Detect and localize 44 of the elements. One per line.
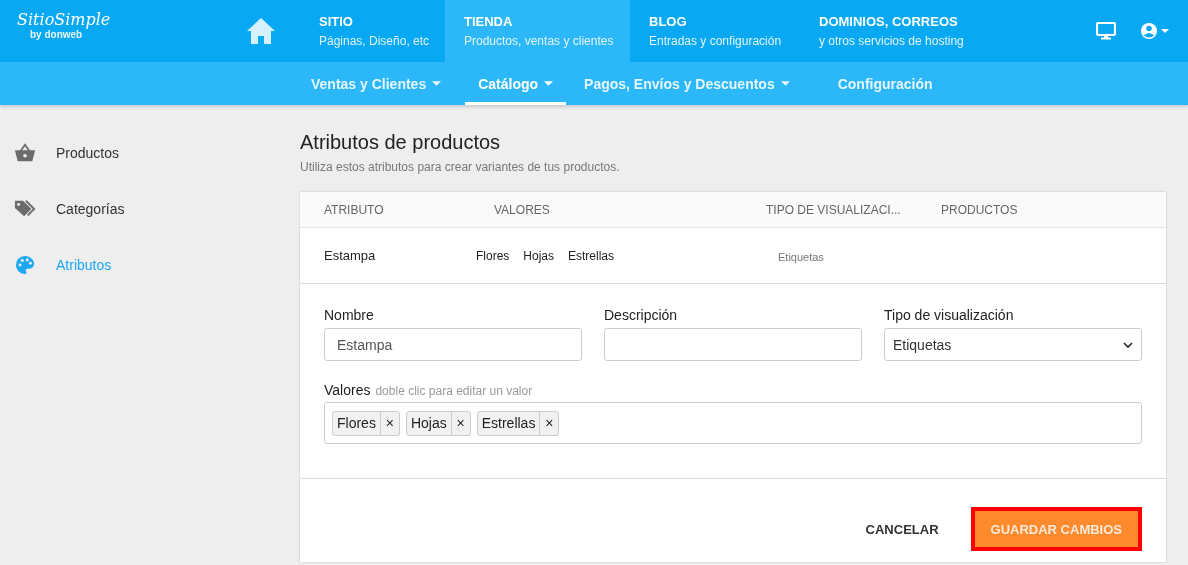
tags-icon xyxy=(14,199,36,219)
sidebar-item[interactable]: Productos xyxy=(0,125,300,181)
value-tag[interactable]: Estrellas × xyxy=(476,410,560,436)
tab-subtitle: Productos, ventas y clientes xyxy=(464,34,611,48)
monitor-icon[interactable] xyxy=(1096,22,1116,40)
sidebar-item[interactable]: Categorías xyxy=(0,181,300,237)
hint-text: doble clic para editar un valor xyxy=(375,384,533,398)
field-label: Tipo de visualización xyxy=(884,307,1015,323)
tab-title: TIENDA xyxy=(464,14,514,29)
home-icon[interactable] xyxy=(246,17,276,45)
value-text: Hojas xyxy=(523,248,555,263)
value-tag[interactable]: Flores × xyxy=(332,410,400,436)
table-cell-text: Estampa xyxy=(323,248,377,263)
tab-title: DOMINIOS, CORREOS xyxy=(819,14,959,29)
column-header: ATRIBUTO xyxy=(323,202,385,217)
column-header: PRODUCTOS xyxy=(940,202,1018,217)
column-header: TIPO DE VISUALIZACI... xyxy=(765,202,902,217)
select-field[interactable]: Etiquetas xyxy=(884,328,1142,361)
palette-icon xyxy=(14,255,36,275)
basket-icon xyxy=(14,143,36,163)
tab-title: BLOG xyxy=(649,14,688,29)
remove-icon[interactable]: × xyxy=(451,411,470,435)
tab-title: SITIO xyxy=(319,14,354,29)
table-cell-text: Etiquetas xyxy=(777,249,825,263)
remove-icon[interactable]: × xyxy=(380,411,399,435)
account-menu-icon[interactable] xyxy=(1140,22,1170,40)
logo-byline: by donweb xyxy=(29,29,84,40)
value-tag[interactable]: Hojas × xyxy=(405,410,471,436)
column-header: VALORES xyxy=(493,202,551,217)
field-label: Descripción xyxy=(604,307,679,323)
remove-icon[interactable]: × xyxy=(540,411,559,435)
field-label: Valores xyxy=(324,382,371,398)
cancel-button[interactable]: CANCELAR xyxy=(853,511,951,547)
chevron-icon xyxy=(1123,341,1133,348)
field-label: Nombre xyxy=(324,307,375,323)
tags-field[interactable]: Flores × Hojas × Estrellas × xyxy=(324,402,1142,444)
tab-subtitle: y otros servicios de hosting xyxy=(819,34,964,48)
input-field[interactable]: Estampa xyxy=(324,328,582,361)
tab-subtitle: Entradas y configuración xyxy=(649,34,781,48)
page-subtitle: Utiliza estos atributos para crear variantes de tus productos. xyxy=(300,160,621,174)
value-text: Flores xyxy=(476,248,510,263)
input-field[interactable] xyxy=(604,328,862,361)
value-text: Estrellas xyxy=(568,248,615,263)
page-title: Atributos de productos xyxy=(300,131,502,154)
